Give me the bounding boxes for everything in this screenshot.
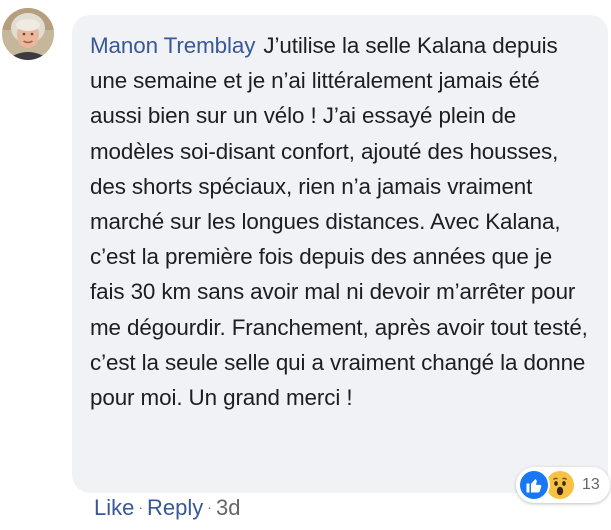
comment: Manon Tremblay J’utilise la selle Kalana …: [0, 0, 611, 530]
avatar[interactable]: [2, 8, 54, 60]
comment-bubble: Manon Tremblay J’utilise la selle Kalana …: [72, 15, 608, 493]
reaction-count: 13: [582, 476, 600, 493]
avatar-image: [2, 8, 54, 60]
reply-button[interactable]: Reply: [147, 493, 203, 523]
comment-body: Manon Tremblay J’utilise la selle Kalana …: [90, 28, 592, 415]
separator: ·: [138, 499, 144, 515]
reactions-summary[interactable]: 13: [516, 467, 610, 503]
comment-actions: Like · Reply · 3d: [94, 493, 240, 525]
comment-text: J’utilise la selle Kalana depuis une sem…: [90, 33, 588, 411]
timestamp[interactable]: 3d: [216, 493, 240, 523]
like-icon: [518, 469, 550, 501]
author-name[interactable]: Manon Tremblay: [90, 33, 255, 58]
like-button[interactable]: Like: [94, 493, 134, 523]
separator: ·: [207, 499, 212, 515]
